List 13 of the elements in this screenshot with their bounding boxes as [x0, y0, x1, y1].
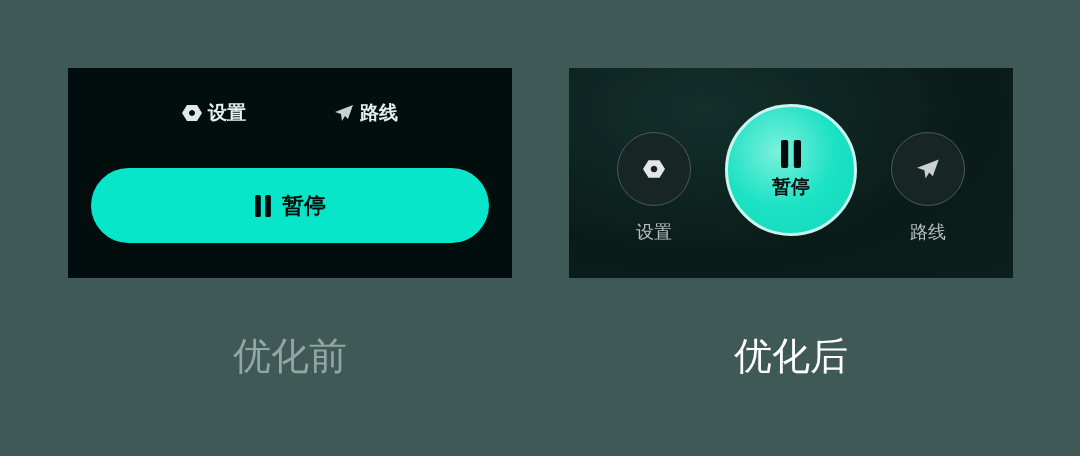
caption: 优化后	[733, 334, 848, 380]
hexagon-icon	[642, 158, 665, 180]
settings-link[interactable]: 设置	[181, 100, 246, 126]
hexagon-icon	[181, 103, 202, 123]
caption: 优化前	[232, 334, 347, 380]
paper-plane-icon	[915, 157, 940, 181]
route-link[interactable]: 路线	[333, 100, 398, 126]
settings-label: 设置	[635, 220, 672, 244]
paper-plane-icon	[333, 103, 354, 123]
pause-button[interactable]: 暂停	[724, 104, 857, 236]
pause-icon	[253, 194, 272, 217]
route-label: 路线	[909, 220, 946, 244]
pause-button[interactable]: 暂停	[90, 168, 489, 243]
